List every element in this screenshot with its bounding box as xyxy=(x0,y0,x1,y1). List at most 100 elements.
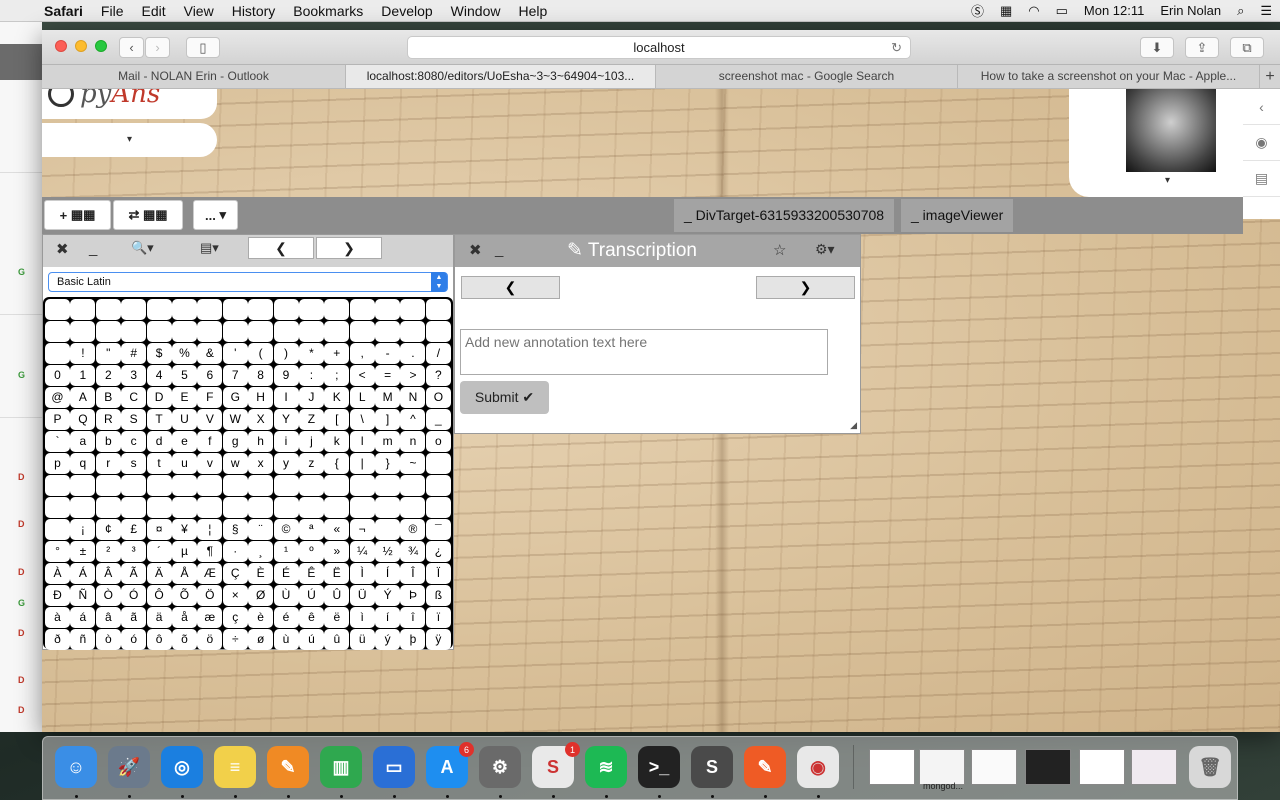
character-cell[interactable] xyxy=(400,496,426,518)
dock-window-thumbnail[interactable] xyxy=(1079,749,1125,785)
character-cell[interactable]: S xyxy=(121,408,147,430)
character-cell[interactable] xyxy=(70,299,96,320)
character-cell[interactable] xyxy=(375,518,401,540)
dock-window-thumbnail[interactable] xyxy=(971,749,1017,785)
character-cell[interactable]: H xyxy=(248,386,274,408)
character-cell[interactable]: ` xyxy=(45,430,70,452)
character-cell[interactable]: ´ xyxy=(146,540,172,562)
resize-handle[interactable]: ◢ xyxy=(850,420,857,431)
keynote-icon[interactable]: ▭ xyxy=(373,746,415,788)
spotify-icon[interactable]: ≋ xyxy=(585,746,627,788)
character-cell[interactable]: D xyxy=(146,386,172,408)
close-icon[interactable]: ✖ xyxy=(469,241,482,259)
tabs-overview-icon[interactable]: ⧉ xyxy=(1230,37,1264,58)
character-cell[interactable]: » xyxy=(324,540,350,562)
character-cell[interactable]: Æ xyxy=(197,562,223,584)
character-cell[interactable] xyxy=(324,474,350,496)
character-cell[interactable]: ° xyxy=(45,540,70,562)
character-cell[interactable]: Ô xyxy=(146,584,172,606)
character-cell[interactable]: ß xyxy=(425,584,451,606)
submit-button[interactable]: Submit ✔ xyxy=(460,381,549,414)
character-cell[interactable]: · xyxy=(222,540,248,562)
character-cell[interactable]: A xyxy=(70,386,96,408)
menu-file[interactable]: File xyxy=(92,3,133,19)
character-cell[interactable]: ) xyxy=(273,342,299,364)
character-cell[interactable]: Õ xyxy=(171,584,197,606)
character-cell[interactable] xyxy=(171,320,197,342)
battery-icon[interactable]: ▭ xyxy=(1048,3,1076,19)
character-cell[interactable]: ¾ xyxy=(400,540,426,562)
character-cell[interactable] xyxy=(425,320,451,342)
notes-icon[interactable]: ≡ xyxy=(214,746,256,788)
character-cell[interactable]: + xyxy=(324,342,350,364)
character-cell[interactable]: î xyxy=(400,606,426,628)
character-cell[interactable] xyxy=(425,452,451,474)
character-cell[interactable]: þ xyxy=(400,628,426,650)
character-cell[interactable]: á xyxy=(70,606,96,628)
character-cell[interactable]: ã xyxy=(121,606,147,628)
character-cell[interactable]: 8 xyxy=(248,364,274,386)
character-cell[interactable] xyxy=(349,496,375,518)
character-cell[interactable]: Q xyxy=(70,408,96,430)
character-cell[interactable] xyxy=(70,320,96,342)
character-cell[interactable]: Â xyxy=(95,562,121,584)
close-window-button[interactable] xyxy=(55,40,67,52)
swap-layout-button[interactable]: ⇄ ▦▦ xyxy=(113,200,183,230)
character-cell[interactable]: d xyxy=(146,430,172,452)
character-cell[interactable]: V xyxy=(197,408,223,430)
character-cell[interactable]: ¼ xyxy=(349,540,375,562)
character-cell[interactable]: C xyxy=(121,386,147,408)
character-cell[interactable]: ² xyxy=(95,540,121,562)
character-cell[interactable]: ò xyxy=(95,628,121,650)
character-cell[interactable]: O xyxy=(425,386,451,408)
character-cell[interactable]: u xyxy=(171,452,197,474)
character-cell[interactable]: ø xyxy=(248,628,274,650)
character-cell[interactable]: y xyxy=(273,452,299,474)
character-cell[interactable]: û xyxy=(324,628,350,650)
character-cell[interactable]: Ö xyxy=(197,584,223,606)
character-cell[interactable]: £ xyxy=(121,518,147,540)
character-cell[interactable]: ç xyxy=(222,606,248,628)
prev-page-button[interactable]: ❮ xyxy=(248,237,314,259)
character-cell[interactable]: ¡ xyxy=(70,518,96,540)
character-cell[interactable]: l xyxy=(349,430,375,452)
character-cell[interactable]: ¢ xyxy=(95,518,121,540)
kitten-thumbnail[interactable] xyxy=(1126,89,1216,172)
character-cell[interactable] xyxy=(45,518,70,540)
character-cell[interactable] xyxy=(146,474,172,496)
character-cell[interactable] xyxy=(273,474,299,496)
character-cell[interactable]: Í xyxy=(375,562,401,584)
character-cell[interactable] xyxy=(248,496,274,518)
character-cell[interactable]: Ó xyxy=(121,584,147,606)
minimize-window-button[interactable] xyxy=(75,40,87,52)
character-cell[interactable]: à xyxy=(45,606,70,628)
character-cell[interactable] xyxy=(197,474,223,496)
character-cell[interactable] xyxy=(222,474,248,496)
character-cell[interactable]: U xyxy=(171,408,197,430)
character-cell[interactable]: è xyxy=(248,606,274,628)
character-cell[interactable]: : xyxy=(298,364,324,386)
character-cell[interactable]: X xyxy=(248,408,274,430)
character-cell[interactable]: @ xyxy=(45,386,70,408)
character-cell[interactable]: I xyxy=(273,386,299,408)
menu-help[interactable]: Help xyxy=(509,3,556,19)
character-cell[interactable]: ª xyxy=(298,518,324,540)
character-cell[interactable] xyxy=(349,474,375,496)
character-cell[interactable]: T xyxy=(146,408,172,430)
character-cell[interactable]: ¶ xyxy=(197,540,223,562)
character-cell[interactable]: ^ xyxy=(400,408,426,430)
system-preferences-icon[interactable]: ⚙ xyxy=(479,746,521,788)
wifi-icon[interactable]: ◠ xyxy=(1020,3,1047,19)
character-cell[interactable] xyxy=(222,496,248,518)
character-cell[interactable]: n xyxy=(400,430,426,452)
character-cell[interactable]: Ä xyxy=(146,562,172,584)
character-cell[interactable]: { xyxy=(324,452,350,474)
menu-view[interactable]: View xyxy=(175,3,223,19)
character-cell[interactable] xyxy=(197,320,223,342)
character-cell[interactable]: é xyxy=(273,606,299,628)
character-cell[interactable]: × xyxy=(222,584,248,606)
character-cell[interactable]: µ xyxy=(171,540,197,562)
character-cell[interactable]: â xyxy=(95,606,121,628)
character-cell[interactable] xyxy=(324,496,350,518)
character-cell[interactable]: - xyxy=(375,342,401,364)
